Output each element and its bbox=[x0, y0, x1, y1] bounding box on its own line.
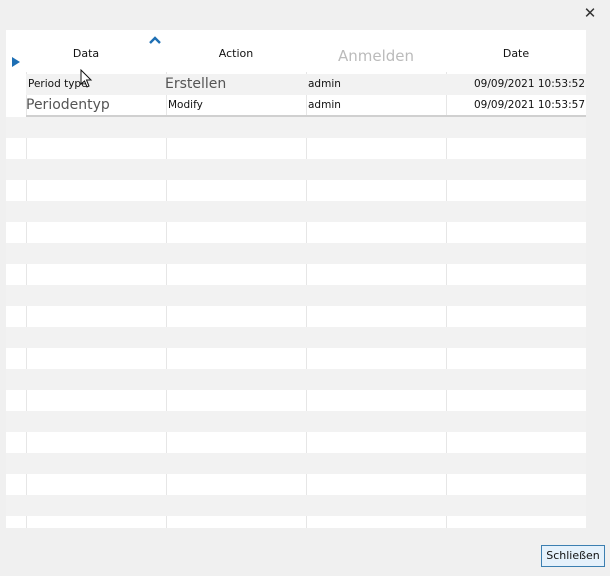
history-dialog: ✕ Data Action Anmelden Date Period type … bbox=[0, 0, 610, 576]
row-header-cell bbox=[6, 369, 26, 390]
empty-row bbox=[26, 159, 586, 180]
row-header-cell bbox=[6, 159, 26, 180]
row-header-cell bbox=[6, 180, 26, 201]
row-header-cell bbox=[6, 285, 26, 306]
table-row[interactable]: Period type Erstellen admin 09/09/2021 1… bbox=[26, 74, 586, 95]
row-header-cell bbox=[6, 138, 26, 159]
row-header-cell bbox=[6, 306, 26, 327]
empty-row bbox=[26, 516, 586, 528]
close-button[interactable]: Schließen bbox=[541, 545, 605, 567]
row-header-cell bbox=[6, 201, 26, 222]
cell-data: Period type bbox=[28, 78, 88, 90]
empty-row bbox=[26, 201, 586, 222]
row-header-cell bbox=[6, 432, 26, 453]
table-row[interactable]: Periodentyp Modify admin 09/09/2021 10:5… bbox=[26, 95, 586, 116]
cell-login: admin bbox=[308, 78, 341, 90]
empty-row bbox=[26, 453, 586, 474]
play-right-icon bbox=[12, 57, 20, 67]
grid-header: Data Action Anmelden Date bbox=[6, 30, 586, 72]
column-header-data[interactable]: Data bbox=[26, 30, 146, 72]
row-header-cell bbox=[6, 495, 26, 516]
column-header-action[interactable]: Action bbox=[166, 30, 306, 72]
empty-row bbox=[26, 117, 586, 138]
cell-action: Modify bbox=[168, 99, 203, 111]
empty-row bbox=[26, 411, 586, 432]
empty-row bbox=[26, 138, 586, 159]
empty-row bbox=[26, 327, 586, 348]
cell-login: admin bbox=[308, 99, 341, 111]
empty-row bbox=[26, 390, 586, 411]
row-header-cell bbox=[6, 264, 26, 285]
row-header-cell bbox=[6, 348, 26, 369]
empty-row bbox=[26, 495, 586, 516]
history-grid: Data Action Anmelden Date Period type Er… bbox=[6, 30, 586, 528]
empty-row bbox=[26, 285, 586, 306]
cell-data: Periodentyp bbox=[26, 97, 110, 113]
row-header-cell bbox=[6, 327, 26, 348]
empty-row bbox=[26, 369, 586, 390]
empty-row bbox=[26, 432, 586, 453]
chevron-up-icon[interactable] bbox=[148, 35, 162, 45]
cell-date: 09/09/2021 10:53:52 bbox=[473, 78, 585, 90]
cell-date: 09/09/2021 10:53:57 bbox=[473, 99, 585, 111]
empty-row bbox=[26, 474, 586, 495]
empty-row bbox=[26, 243, 586, 264]
row-header-cell bbox=[6, 390, 26, 411]
empty-row bbox=[26, 306, 586, 327]
row-header-cell bbox=[6, 411, 26, 432]
empty-row bbox=[26, 180, 586, 201]
row-header-cell bbox=[6, 516, 26, 528]
row-header-cell bbox=[6, 453, 26, 474]
row-separator bbox=[26, 115, 586, 117]
mouse-cursor-icon bbox=[80, 69, 93, 88]
empty-row bbox=[26, 348, 586, 369]
row-header-cell bbox=[6, 222, 26, 243]
empty-row bbox=[26, 264, 586, 285]
column-header-login[interactable]: Anmelden bbox=[306, 30, 446, 72]
close-icon[interactable]: ✕ bbox=[580, 3, 600, 23]
column-header-date[interactable]: Date bbox=[446, 30, 586, 72]
cell-action: Erstellen bbox=[165, 76, 227, 92]
row-header-cell bbox=[6, 474, 26, 495]
row-header-cell bbox=[6, 117, 26, 138]
row-header-cell bbox=[6, 243, 26, 264]
empty-row bbox=[26, 222, 586, 243]
